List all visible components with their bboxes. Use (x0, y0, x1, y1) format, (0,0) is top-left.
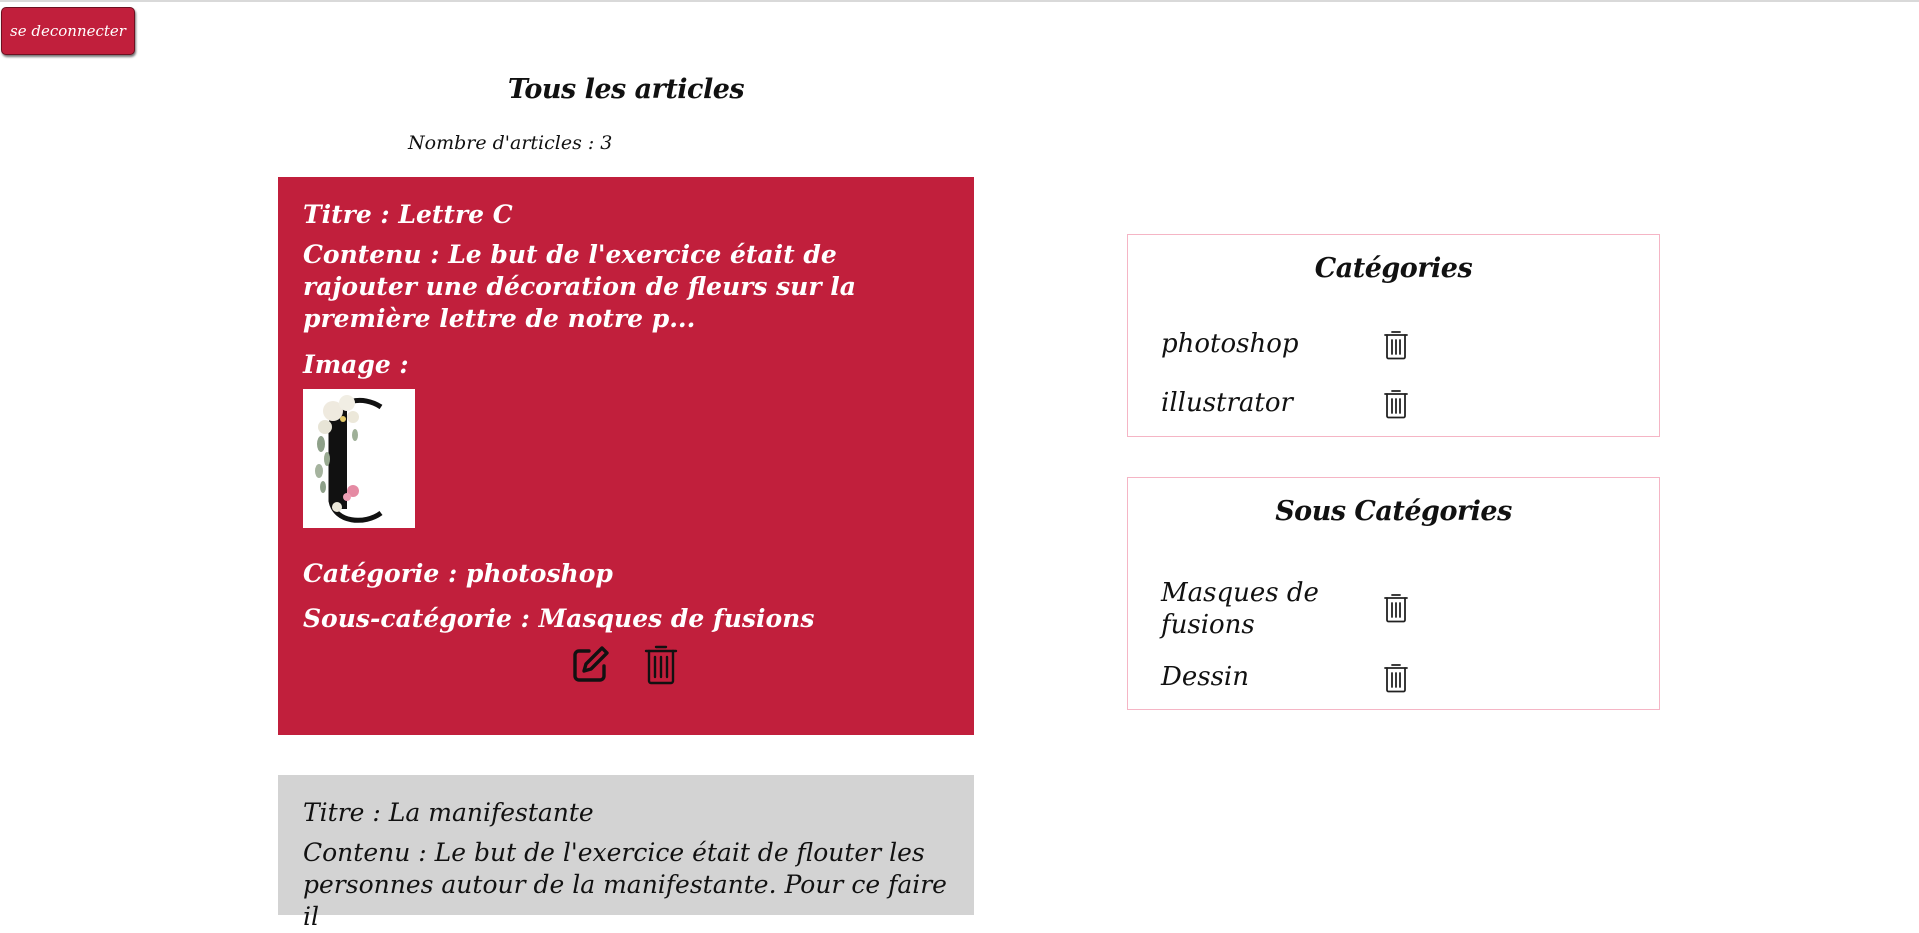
category-row: illustrator (1161, 387, 1611, 427)
category-row: photoshop (1161, 328, 1611, 368)
category-label: illustrator (1161, 388, 1293, 418)
article-image-label: Image : (303, 350, 409, 379)
article-actions (278, 643, 974, 685)
article-content: Contenu : Le but de l'exercice était de … (303, 838, 947, 931)
article-card: Titre : Lettre C Contenu : Le but de l'e… (278, 177, 974, 735)
trash-icon[interactable] (640, 643, 682, 685)
article-title: Titre : La manifestante (303, 798, 594, 827)
subcategory-label: Dessin (1161, 662, 1249, 692)
article-subcategory: Sous-catégorie : Masques de fusions (303, 604, 815, 633)
article-card: Titre : La manifestante Contenu : Le but… (278, 775, 974, 931)
categories-panel: Catégories photoshop illustrator (1127, 234, 1660, 437)
top-divider (0, 0, 1919, 2)
trash-icon[interactable] (1381, 387, 1411, 421)
edit-icon[interactable] (570, 643, 612, 685)
article-image (303, 389, 415, 528)
subcategory-row: Masques de fusions (1161, 577, 1611, 643)
subcategories-panel: Sous Catégories Masques de fusions Dessi… (1127, 477, 1660, 710)
logout-button[interactable]: se deconnecter (1, 7, 135, 55)
subcategories-title: Sous Catégories (1275, 496, 1512, 527)
article-title: Titre : Lettre C (303, 200, 513, 229)
article-category: Catégorie : photoshop (303, 559, 613, 588)
category-label: photoshop (1161, 329, 1299, 359)
subcategory-label: Masques de fusions (1161, 578, 1319, 640)
categories-title: Catégories (1314, 253, 1473, 284)
trash-icon[interactable] (1381, 591, 1411, 625)
article-content: Contenu : Le but de l'exercice était de … (303, 240, 856, 333)
page-title: Tous les articles (507, 74, 745, 105)
trash-icon[interactable] (1381, 328, 1411, 362)
subcategory-row: Dessin (1161, 661, 1611, 701)
trash-icon[interactable] (1381, 661, 1411, 695)
article-count: Nombre d'articles : 3 (408, 132, 613, 154)
